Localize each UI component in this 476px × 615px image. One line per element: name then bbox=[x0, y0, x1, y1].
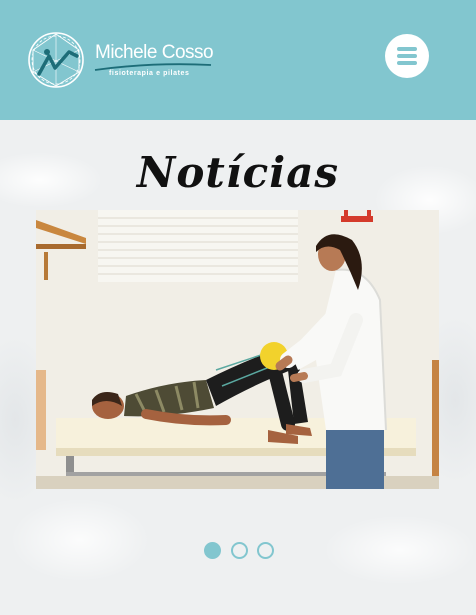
carousel-dot-1[interactable] bbox=[204, 542, 221, 559]
carousel-dot-2[interactable] bbox=[231, 542, 248, 559]
menu-button[interactable] bbox=[385, 34, 429, 78]
carousel-slide-image[interactable] bbox=[36, 210, 439, 489]
carousel-dot-3[interactable] bbox=[257, 542, 274, 559]
physiotherapy-photo bbox=[36, 210, 439, 489]
site-header: Michele Cosso fisioterapia e pilates bbox=[0, 0, 476, 120]
hamburger-menu-icon-bar bbox=[397, 54, 417, 58]
logo-name: Michele Cosso bbox=[95, 42, 214, 63]
carousel-pagination bbox=[204, 542, 276, 559]
hamburger-menu-icon bbox=[397, 47, 417, 51]
site-logo[interactable]: Michele Cosso fisioterapia e pilates bbox=[25, 30, 214, 92]
section-title: Notícias bbox=[136, 148, 340, 197]
logo-tagline: fisioterapia e pilates bbox=[109, 70, 190, 77]
logo-emblem-icon bbox=[28, 32, 84, 88]
hamburger-menu-icon-bar bbox=[397, 61, 417, 65]
